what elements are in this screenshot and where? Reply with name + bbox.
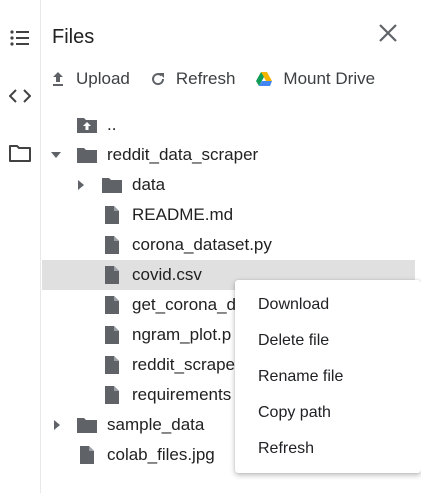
caret-right-icon[interactable] — [74, 178, 88, 192]
list-icon[interactable] — [9, 27, 31, 49]
menu-item-label: Download — [258, 296, 330, 313]
menu-item-label: Refresh — [258, 440, 315, 457]
panel-title: Files — [52, 26, 95, 48]
file-icon — [76, 444, 98, 466]
tree-item-label: covid.csv — [132, 265, 202, 284]
file-icon — [101, 354, 123, 376]
tree-item-file[interactable]: README.md — [0, 200, 421, 230]
tree-item-label: reddit_data_scraper — [107, 145, 259, 164]
folder-up-icon — [76, 114, 98, 136]
upload-button[interactable]: Upload — [50, 69, 130, 89]
tree-item-label: reddit_scrape — [132, 355, 236, 374]
file-icon — [101, 294, 123, 316]
refresh-label: Refresh — [175, 69, 236, 88]
tree-item-label: data — [132, 175, 166, 194]
folder-icon — [101, 174, 123, 196]
mount-drive-button[interactable]: Mount Drive — [255, 69, 375, 89]
file-icon — [101, 204, 123, 226]
refresh-icon — [151, 73, 164, 86]
tree-item-label: corona_dataset.py — [132, 235, 272, 254]
tree-item-label: sample_data — [107, 415, 205, 434]
upload-icon — [53, 72, 63, 86]
tree-item-folder[interactable]: data — [0, 170, 421, 200]
files-toolbar: Upload Refresh Mount Drive — [50, 66, 395, 92]
file-icon — [101, 234, 123, 256]
menu-item-delete-file[interactable]: Delete file — [235, 323, 421, 359]
tree-item-label: README.md — [132, 205, 234, 224]
code-icon[interactable] — [9, 85, 31, 107]
file-icon — [101, 384, 123, 406]
google-drive-icon — [256, 72, 273, 86]
caret-right-icon[interactable] — [50, 418, 64, 432]
file-icon — [101, 324, 123, 346]
tree-item-folder[interactable]: reddit_data_scraper — [0, 140, 421, 170]
menu-item-refresh[interactable]: Refresh — [235, 431, 421, 467]
menu-item-download[interactable]: Download — [235, 287, 421, 323]
menu-item-label: Copy path — [258, 404, 331, 421]
refresh-button[interactable]: Refresh — [150, 69, 236, 89]
menu-item-label: Rename file — [258, 368, 344, 385]
tree-item-label: get_corona_d — [132, 295, 236, 314]
folder-icon — [76, 144, 98, 166]
menu-item-rename-file[interactable]: Rename file — [235, 359, 421, 395]
tree-item-label: ngram_plot.p — [132, 325, 232, 344]
context-menu: Download Delete file Rename file Copy pa… — [235, 280, 421, 473]
caret-down-icon[interactable] — [49, 148, 63, 162]
folder-icon — [76, 414, 98, 436]
close-icon[interactable] — [375, 20, 401, 46]
menu-item-label: Delete file — [258, 332, 330, 349]
tree-item-file[interactable]: corona_dataset.py — [0, 230, 421, 260]
file-icon — [101, 264, 123, 286]
tree-item-label: colab_files.jpg — [107, 445, 215, 464]
upload-label: Upload — [76, 69, 130, 88]
mount-drive-label: Mount Drive — [283, 69, 376, 88]
tree-item-parent[interactable]: .. — [0, 110, 421, 140]
tree-item-label: .. — [107, 115, 117, 134]
tree-item-label: requirements — [132, 385, 232, 404]
menu-item-copy-path[interactable]: Copy path — [235, 395, 421, 431]
